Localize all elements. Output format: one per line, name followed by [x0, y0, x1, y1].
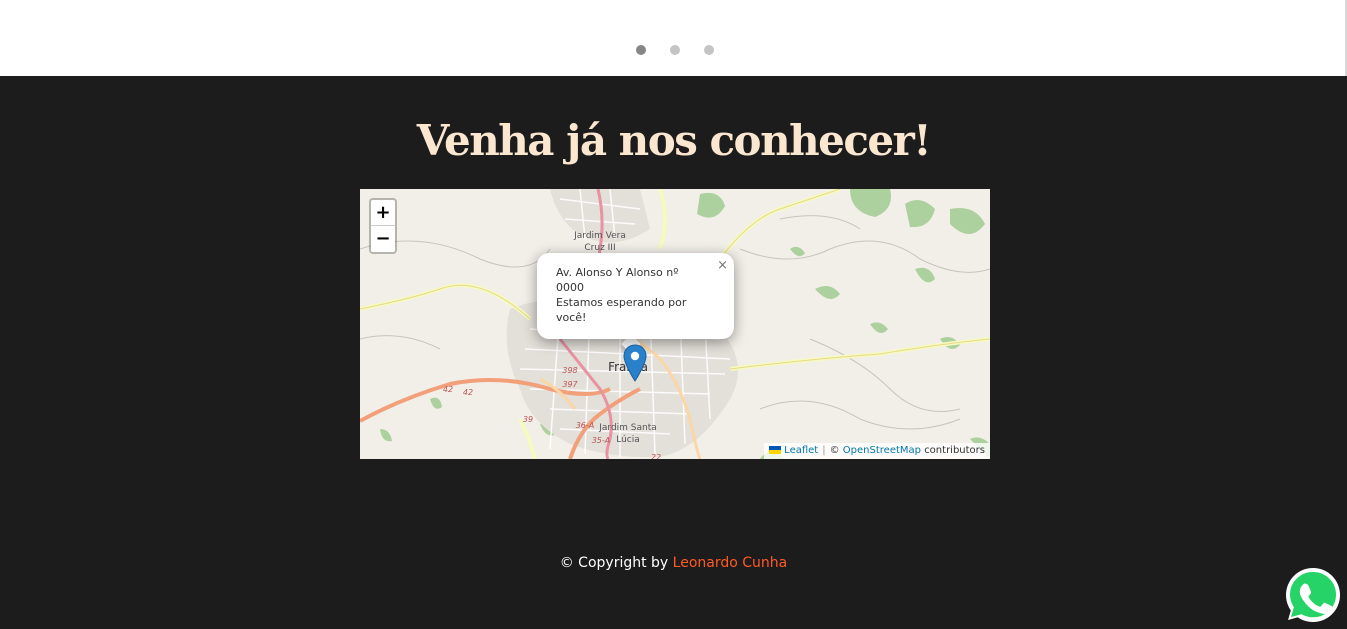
attribution-separator: | [822, 445, 826, 456]
map-label-jardim-vera: Jardim Vera [573, 231, 626, 241]
openstreetmap-link[interactable]: OpenStreetMap [843, 445, 921, 456]
popup-address-number: 0000 [556, 281, 584, 294]
copyright-text: © Copyright by [559, 555, 669, 571]
map-label-lucia: Lúcia [616, 435, 640, 445]
carousel-dot-1[interactable] [636, 45, 646, 55]
popup-close-icon[interactable]: × [717, 258, 728, 273]
carousel-dot-2[interactable] [670, 45, 680, 55]
attribution-contributors: contributors [924, 445, 985, 456]
footer-copyright: © Copyright by Leonardo Cunha [0, 555, 1347, 571]
popup-message-line: Estamos esperando por [556, 296, 687, 309]
zoom-out-button[interactable]: − [371, 226, 395, 252]
road-label: 39 [523, 415, 533, 424]
section-heading: Venha já nos conhecer! [416, 116, 932, 165]
ukraine-flag-icon [769, 446, 782, 454]
road-label: 36-A [576, 421, 595, 430]
road-label: 42 [463, 388, 473, 397]
road-label: 35-A [592, 436, 611, 445]
zoom-control: + − [369, 198, 397, 254]
map-label-cruz-iii: Cruz III [584, 243, 615, 253]
map-marker-icon[interactable] [623, 344, 647, 382]
zoom-in-button[interactable]: + [371, 200, 395, 226]
popup-address-line: Av. Alonso Y Alonso nº [556, 266, 679, 279]
road-label: 22 [651, 453, 661, 459]
road-label: 398 [562, 366, 577, 375]
author-link[interactable]: Leonardo Cunha [673, 555, 788, 571]
road-label: 42 [443, 385, 453, 394]
map-label-jardim-santa: Jardim Santa [598, 423, 657, 433]
carousel-dots [636, 45, 714, 55]
carousel-dot-3[interactable] [704, 45, 714, 55]
map-popup: × Av. Alonso Y Alonso nº 0000 Estamos es… [537, 253, 734, 339]
leaflet-link[interactable]: Leaflet [784, 445, 818, 456]
carousel-area [0, 0, 1345, 76]
location-map[interactable]: Jardim Vera Cruz III Jardim Santa Lúcia … [360, 189, 990, 459]
whatsapp-icon[interactable] [1283, 565, 1343, 625]
map-attribution: Leaflet | © OpenStreetMap contributors [764, 443, 990, 459]
popup-message-end: você! [556, 311, 587, 324]
road-label: 397 [562, 380, 578, 389]
attribution-copyright: © [829, 445, 840, 456]
